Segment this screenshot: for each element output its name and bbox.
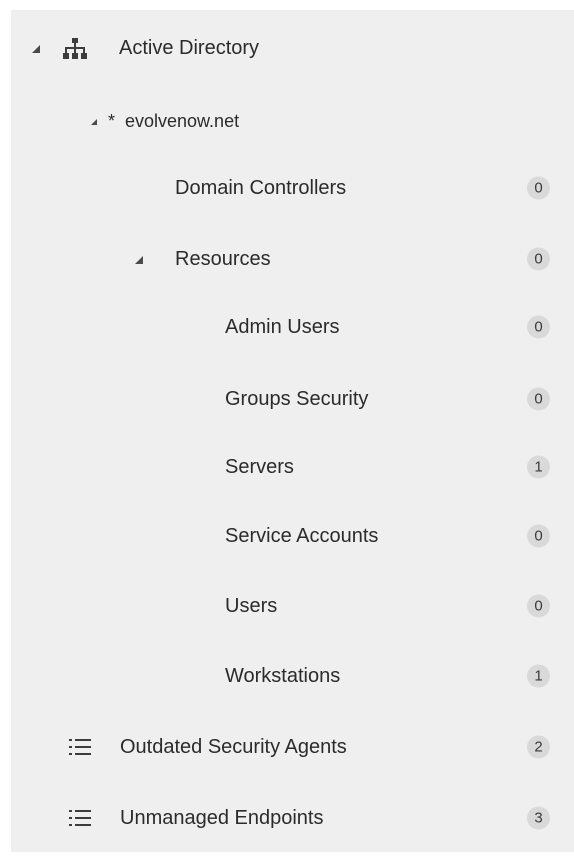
navigation-tree-panel: Active Directory * evolvenow.net Domain …	[11, 10, 574, 852]
tree-item-outdated-security-agents[interactable]: Outdated Security Agents 2	[11, 727, 574, 767]
tree-item-label: Outdated Security Agents	[120, 736, 347, 758]
tree-item-domain-controllers[interactable]: Domain Controllers 0	[11, 168, 574, 208]
tree-item-users[interactable]: Users 0	[11, 586, 574, 626]
expanded-caret-icon[interactable]	[32, 45, 40, 53]
count-badge: 0	[527, 315, 550, 339]
tree-item-service-accounts[interactable]: Service Accounts 0	[11, 516, 574, 556]
count-badge: 1	[527, 455, 550, 479]
count-badge: 0	[527, 247, 550, 271]
expanded-caret-icon[interactable]	[91, 119, 97, 125]
list-icon	[69, 739, 91, 755]
tree-item-label: Groups Security	[225, 388, 369, 410]
count-badge: 0	[527, 524, 550, 548]
count-badge: 3	[527, 806, 550, 830]
tree-item-label: Domain Controllers	[175, 177, 347, 199]
tree-item-label: Resources	[175, 248, 271, 270]
tree-item-resources[interactable]: Resources 0	[11, 239, 574, 279]
tree-item-groups-security[interactable]: Groups Security 0	[11, 379, 574, 419]
count-badge: 0	[527, 387, 550, 411]
tree-item-label: Admin Users	[225, 316, 340, 338]
tree-item-label: Unmanaged Endpoints	[120, 807, 324, 829]
tree-item-active-directory[interactable]: Active Directory	[11, 28, 574, 68]
tree-item-label: Service Accounts	[225, 525, 379, 547]
tree-item-label: Active Directory	[119, 37, 260, 59]
asterisk-marker-icon: *	[108, 111, 116, 131]
tree-item-label: evolvenow.net	[125, 111, 240, 131]
list-icon	[69, 810, 91, 826]
tree-item-admin-users[interactable]: Admin Users 0	[11, 307, 574, 347]
tree-item-label: Users	[225, 595, 278, 617]
tree-item-label: Workstations	[225, 665, 341, 687]
tree-item-unmanaged-endpoints[interactable]: Unmanaged Endpoints 3	[11, 798, 574, 838]
tree-item-label: Servers	[225, 456, 294, 478]
expanded-caret-icon[interactable]	[135, 256, 143, 264]
tree-item-workstations[interactable]: Workstations 1	[11, 656, 574, 696]
sitemap-icon	[63, 38, 87, 59]
count-badge: 1	[527, 664, 550, 688]
count-badge: 0	[527, 176, 550, 200]
tree-item-servers[interactable]: Servers 1	[11, 447, 574, 487]
count-badge: 0	[527, 594, 550, 618]
tree-item-domain[interactable]: * evolvenow.net	[11, 101, 574, 141]
count-badge: 2	[527, 735, 550, 759]
